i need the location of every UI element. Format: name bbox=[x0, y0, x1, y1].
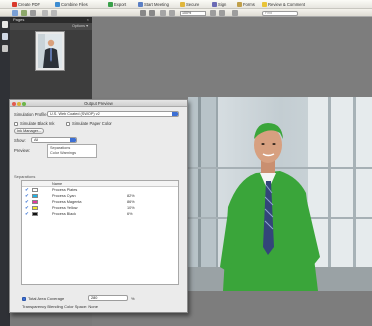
magenta-swatch bbox=[32, 200, 38, 204]
export-icon bbox=[108, 2, 113, 7]
review-comment-button[interactable]: Review & Comment bbox=[262, 1, 305, 8]
output-preview-dialog: Output Preview Simulation Profile: U.S. … bbox=[9, 99, 188, 313]
ink-manager-button[interactable]: Ink Manager... bbox=[14, 128, 45, 134]
bookmarks-icon[interactable] bbox=[2, 33, 8, 40]
open-icon[interactable] bbox=[12, 10, 18, 16]
dialog-title-bar: Output Preview bbox=[10, 100, 187, 107]
checkmark-icon[interactable]: ✔ bbox=[25, 211, 29, 217]
transparency-blending-value: None bbox=[88, 304, 98, 309]
color-swatch bbox=[32, 188, 38, 192]
dialog-title: Output Preview bbox=[84, 101, 113, 106]
preview-label: Preview: bbox=[14, 148, 31, 153]
simulation-profile-label: Simulation Profile: bbox=[14, 112, 48, 117]
task-toolbar: Create PDF Combine Files Export Start Me… bbox=[0, 0, 372, 9]
start-meeting-button[interactable]: Start Meeting bbox=[138, 1, 169, 8]
black-swatch bbox=[32, 212, 38, 216]
minimize-window-icon[interactable] bbox=[17, 101, 21, 106]
total-area-coverage-select[interactable]: 280 bbox=[88, 295, 128, 301]
comment-tool-icon[interactable] bbox=[232, 10, 238, 16]
find-input[interactable]: Find bbox=[262, 10, 298, 16]
total-area-coverage-option[interactable]: Total Area Coverage bbox=[22, 296, 64, 301]
show-select[interactable]: All bbox=[31, 137, 77, 143]
zoom-field[interactable]: 100% bbox=[180, 10, 206, 16]
simulate-black-ink-checkbox[interactable] bbox=[14, 121, 18, 126]
combine-files-button[interactable]: Combine Files bbox=[55, 1, 88, 8]
total-area-coverage-checkbox[interactable] bbox=[22, 296, 26, 301]
chevron-down-icon bbox=[70, 138, 76, 142]
simulation-profile-select[interactable]: U.S. Web Coated (SWOP) v2 bbox=[47, 111, 179, 117]
pages-panel-toolbar: Options ▾ bbox=[10, 23, 92, 30]
secure-button[interactable]: Secure bbox=[180, 1, 199, 8]
pages-icon[interactable] bbox=[2, 21, 8, 28]
preview-color-warnings-option[interactable]: Color Warnings bbox=[50, 151, 94, 156]
zoom-out-icon[interactable] bbox=[160, 10, 166, 16]
select-tool-icon[interactable] bbox=[140, 10, 146, 16]
separations-section-label: Separations bbox=[14, 174, 36, 179]
forms-icon bbox=[237, 2, 242, 7]
simulate-black-ink-option[interactable]: Simulate Black Ink bbox=[14, 121, 54, 126]
separation-row[interactable]: ✔ Process Black 6% bbox=[22, 211, 178, 217]
pages-panel: Pages × Options ▾ bbox=[10, 17, 92, 107]
pen-icon bbox=[212, 2, 217, 7]
close-window-icon[interactable] bbox=[12, 101, 16, 106]
save-icon[interactable] bbox=[21, 10, 27, 16]
print-icon[interactable] bbox=[30, 10, 36, 16]
chevron-down-icon bbox=[172, 112, 178, 116]
sign-button[interactable]: Sign bbox=[212, 1, 226, 8]
attachments-icon[interactable] bbox=[2, 45, 8, 52]
simulate-paper-color-checkbox[interactable] bbox=[66, 121, 70, 126]
create-pdf-icon bbox=[12, 2, 17, 7]
fit-width-icon[interactable] bbox=[219, 10, 225, 16]
fit-page-icon[interactable] bbox=[210, 10, 216, 16]
yellow-swatch bbox=[32, 206, 38, 210]
preview-options-list[interactable]: Separations Color Warnings bbox=[47, 144, 97, 158]
next-page-icon[interactable] bbox=[51, 10, 57, 16]
cyan-swatch bbox=[32, 194, 38, 198]
meeting-icon bbox=[138, 2, 143, 7]
lock-icon bbox=[180, 2, 185, 7]
pages-options-menu[interactable]: Options ▾ bbox=[72, 23, 88, 30]
show-label: Show: bbox=[14, 138, 26, 143]
standard-toolbar: 100% Find bbox=[0, 9, 372, 17]
page-thumbnail[interactable] bbox=[36, 32, 64, 70]
document-page-image bbox=[188, 97, 372, 291]
transparency-blending-label: Transparency Blending Color Space: None bbox=[22, 304, 98, 309]
forms-button[interactable]: Forms bbox=[237, 1, 255, 8]
thumbnail-image bbox=[38, 34, 62, 68]
separations-table: Name ✔ Process Plates ✔ Process Cyan 82%… bbox=[21, 180, 179, 285]
comment-icon bbox=[262, 2, 267, 7]
hand-tool-icon[interactable] bbox=[149, 10, 155, 16]
create-pdf-button[interactable]: Create PDF bbox=[12, 1, 40, 8]
zoom-in-icon[interactable] bbox=[169, 10, 175, 16]
businessman-photo bbox=[188, 97, 372, 291]
zoom-window-icon[interactable] bbox=[22, 101, 26, 106]
total-area-unit: % bbox=[131, 296, 135, 301]
previous-page-icon[interactable] bbox=[42, 10, 48, 16]
simulate-paper-color-option[interactable]: Simulate Paper Color bbox=[66, 121, 112, 126]
export-button[interactable]: Export bbox=[108, 1, 126, 8]
combine-files-icon bbox=[55, 2, 60, 7]
